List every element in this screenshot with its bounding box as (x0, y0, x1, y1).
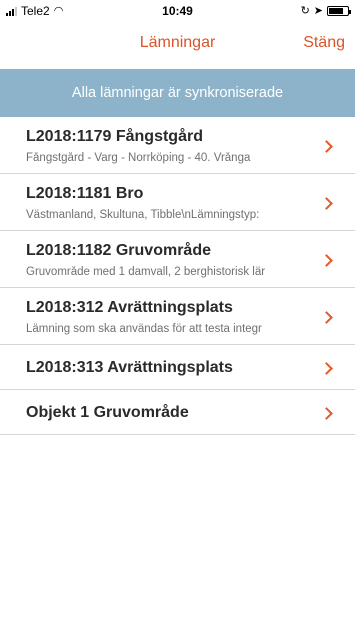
list-item[interactable]: L2018:1179 Fångstgård Fångstgård - Varg … (0, 117, 355, 174)
list-item-title: Objekt 1 Gruvområde (26, 404, 189, 421)
nav-bar: Lämningar Stäng (0, 20, 355, 69)
list-item[interactable]: L2018:1181 Bro Västmanland, Skultuna, Ti… (0, 174, 355, 231)
list-item[interactable]: L2018:312 Avrättningsplats Lämning som s… (0, 288, 355, 345)
list-item[interactable]: L2018:313 Avrättningsplats (0, 345, 355, 390)
list-item-subtitle: Fångstgård - Varg - Norrköping - 40. Vrå… (26, 152, 251, 164)
chevron-right-icon (320, 311, 333, 324)
status-bar: Tele2 ◠ 10:49 ↻ ➤ (0, 0, 355, 20)
list-item[interactable]: Objekt 1 Gruvområde (0, 390, 355, 435)
page-title: Lämningar (139, 34, 216, 51)
list-item-subtitle: Västmanland, Skultuna, Tibble\nLämningst… (26, 209, 260, 221)
location-arrow-icon: ➤ (313, 5, 323, 17)
close-button[interactable]: Stäng (303, 34, 345, 52)
lock-rotation-icon: ↻ (300, 5, 310, 17)
lamning-list: L2018:1179 Fångstgård Fångstgård - Varg … (0, 117, 355, 435)
list-item-title: L2018:312 Avrättningsplats (26, 299, 233, 316)
chevron-right-icon (320, 254, 333, 267)
battery-icon (327, 5, 351, 16)
list-item[interactable]: L2018:1182 Gruvområde Gruvområde med 1 d… (0, 231, 355, 288)
list-item-title: L2018:1182 Gruvområde (26, 242, 211, 259)
chevron-right-icon (320, 140, 333, 153)
list-item-subtitle: Gruvområde med 1 damvall, 2 berghistoris… (26, 266, 266, 278)
sync-status-banner: Alla lämningar är synkroniserade (0, 69, 355, 117)
list-item-subtitle: Lämning som ska användas för att testa i… (26, 323, 262, 335)
chevron-right-icon (320, 407, 333, 420)
status-right: ↻ ➤ (300, 4, 351, 17)
list-item-title: L2018:1181 Bro (26, 185, 144, 202)
chevron-right-icon (320, 362, 333, 375)
chevron-right-icon (320, 197, 333, 210)
sync-status-text: Alla lämningar är synkroniserade (71, 85, 284, 101)
list-item-title: L2018:313 Avrättningsplats (26, 359, 233, 376)
list-item-title: L2018:1179 Fångstgård (26, 128, 203, 145)
